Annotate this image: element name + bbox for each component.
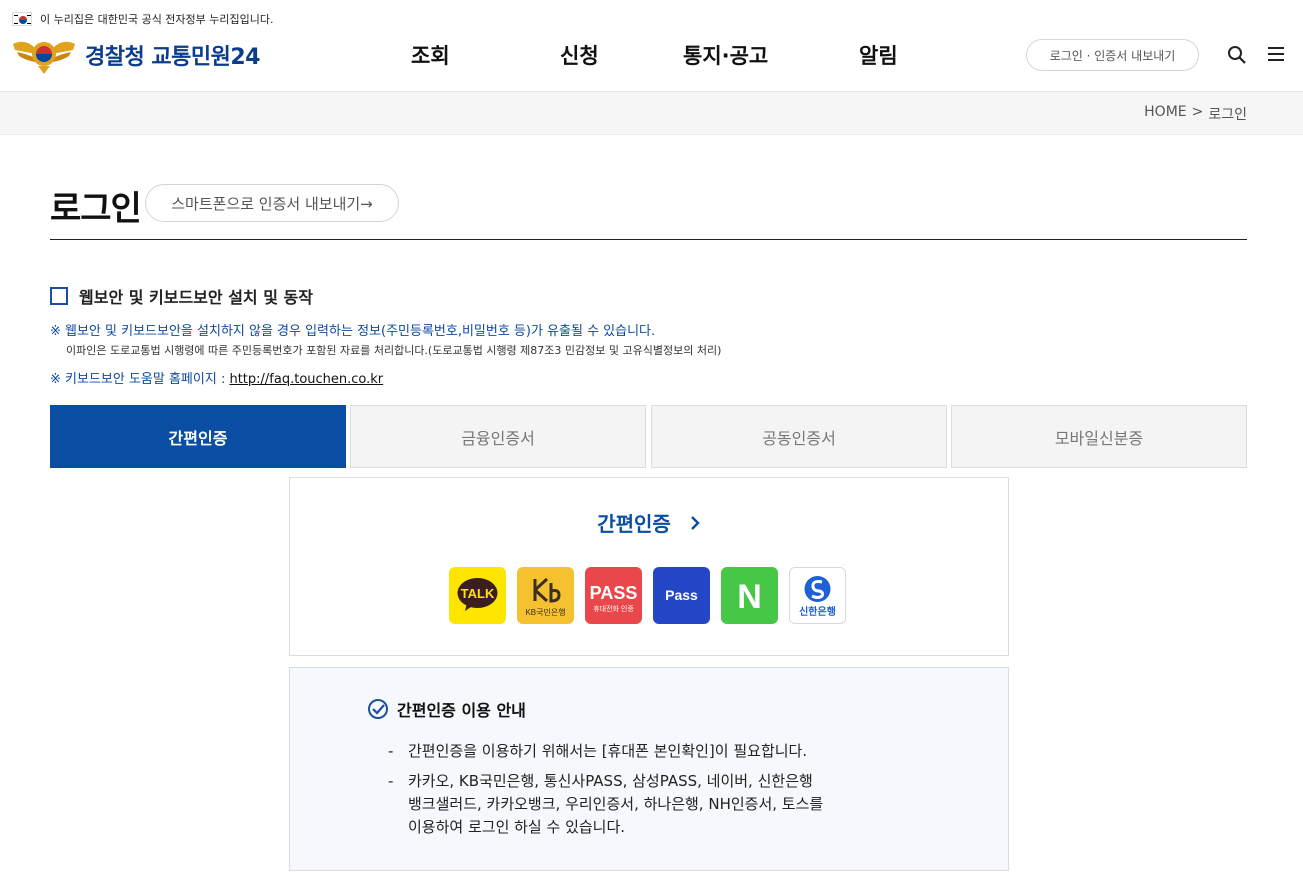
naver-label: N bbox=[737, 578, 762, 616]
nav-item-notice[interactable]: 통지·공고 bbox=[683, 40, 768, 70]
simple-auth-info-panel: 간편인증 이용 안내 - 간편인증을 이용하기 위해서는 [휴대폰 본인확인]이… bbox=[289, 667, 1009, 871]
security-checkbox[interactable] bbox=[50, 287, 68, 305]
chevron-right-icon bbox=[690, 515, 700, 530]
security-warning: ※ 웹보안 및 키보드보안을 설치하지 않을 경우 입력하는 정보(주민등록번호… bbox=[50, 324, 656, 339]
keyboard-help-prefix: ※ 키보드보안 도움말 홈페이지 : bbox=[50, 372, 230, 387]
nav-item-apply[interactable]: 신청 bbox=[560, 40, 599, 70]
tab-financial-cert[interactable]: 금융인증서 bbox=[350, 405, 646, 468]
logo-text: 경찰청 교통민원24 bbox=[85, 45, 260, 70]
security-checkbox-label[interactable]: 웹보안 및 키보드보안 설치 및 동작 bbox=[79, 284, 313, 308]
info-header: 간편인증 이용 안내 bbox=[367, 697, 526, 721]
korea-flag-icon bbox=[12, 12, 32, 26]
shinhan-bank-icon[interactable]: 신한은행 bbox=[789, 567, 846, 624]
breadcrumb-bar: HOME > 로그인 bbox=[0, 92, 1303, 135]
samsung-pass-icon[interactable]: Pass bbox=[653, 567, 710, 624]
tab-joint-cert[interactable]: 공동인증서 bbox=[651, 405, 947, 468]
pass-sub-label: 휴대전화 인증 bbox=[593, 604, 634, 613]
simple-auth-title: 간편인증 bbox=[597, 512, 671, 536]
site-logo[interactable]: 경찰청 교통민원24 bbox=[11, 34, 260, 76]
info-item-text: 간편인증을 이용하기 위해서는 [휴대폰 본인확인]이 필요합니다. bbox=[408, 742, 808, 760]
title-divider bbox=[50, 239, 1247, 240]
auth-provider-list: TALK KB국민은행 PASS 휴대전화 인증 Pass N 신한은행 bbox=[449, 567, 846, 624]
check-circle-icon bbox=[368, 699, 388, 719]
simple-auth-panel: 간편인증 TALK KB국민은행 PASS 휴대전화 인증 Pass N 신한은… bbox=[289, 477, 1009, 656]
page-title: 로그인 bbox=[50, 189, 142, 229]
smartphone-export-button[interactable]: 스마트폰으로 인증서 내보내기→ bbox=[145, 184, 399, 222]
pass-label: PASS bbox=[590, 583, 638, 603]
simple-auth-link[interactable]: 간편인증 bbox=[290, 508, 1008, 537]
search-icon[interactable] bbox=[1227, 45, 1247, 65]
nav-item-alerts[interactable]: 알림 bbox=[859, 40, 898, 70]
site-header: 경찰청 교통민원24 조회 신청 통지·공고 알림 로그인 · 인증서 내보내기 bbox=[0, 30, 1303, 92]
info-list: - 간편인증을 이용하기 위해서는 [휴대폰 본인확인]이 필요합니다. - 카… bbox=[388, 740, 948, 846]
breadcrumb-separator: > bbox=[1191, 104, 1204, 120]
security-option: 웹보안 및 키보드보안 설치 및 동작 bbox=[50, 284, 313, 308]
kakao-label: TALK bbox=[461, 586, 495, 601]
naver-icon[interactable]: N bbox=[721, 567, 778, 624]
tab-mobile-id[interactable]: 모바일신분증 bbox=[951, 405, 1247, 468]
kakao-talk-icon[interactable]: TALK bbox=[449, 567, 506, 624]
breadcrumb: HOME > 로그인 bbox=[1144, 104, 1247, 124]
gov-banner: 이 누리집은 대한민국 공식 전자정부 누리집입니다. bbox=[12, 9, 274, 29]
info-item-text: 카카오, KB국민은행, 통신사PASS, 삼성PASS, 네이버, 신한은행 … bbox=[408, 772, 824, 836]
breadcrumb-current: 로그인 bbox=[1208, 107, 1247, 123]
keyboard-help-link[interactable]: http://faq.touchen.co.kr bbox=[229, 372, 383, 387]
privacy-notice: 이파인은 도로교통법 시행령에 따른 주민등록번호가 포함된 자료를 처리합니다… bbox=[66, 344, 722, 357]
gov-banner-text: 이 누리집은 대한민국 공식 전자정부 누리집입니다. bbox=[40, 13, 274, 26]
breadcrumb-home[interactable]: HOME bbox=[1144, 104, 1186, 124]
nav-item-lookup[interactable]: 조회 bbox=[411, 40, 450, 70]
keyboard-help-notice: ※ 키보드보안 도움말 홈페이지 : http://faq.touchen.co… bbox=[50, 368, 383, 387]
kb-bank-icon[interactable]: KB국민은행 bbox=[517, 567, 574, 624]
info-item: - 카카오, KB국민은행, 통신사PASS, 삼성PASS, 네이버, 신한은… bbox=[388, 770, 948, 839]
police-emblem-icon bbox=[13, 41, 75, 74]
tab-simple-auth[interactable]: 간편인증 bbox=[50, 405, 346, 468]
login-export-button[interactable]: 로그인 · 인증서 내보내기 bbox=[1026, 39, 1199, 71]
kb-label: KB국민은행 bbox=[525, 607, 565, 617]
info-title: 간편인증 이용 안내 bbox=[397, 701, 526, 720]
samsung-pass-label: Pass bbox=[665, 587, 698, 603]
pass-icon[interactable]: PASS 휴대전화 인증 bbox=[585, 567, 642, 624]
shinhan-label: 신한은행 bbox=[799, 605, 836, 618]
info-item: - 간편인증을 이용하기 위해서는 [휴대폰 본인확인]이 필요합니다. bbox=[388, 740, 948, 763]
hamburger-menu-icon[interactable] bbox=[1268, 47, 1284, 63]
